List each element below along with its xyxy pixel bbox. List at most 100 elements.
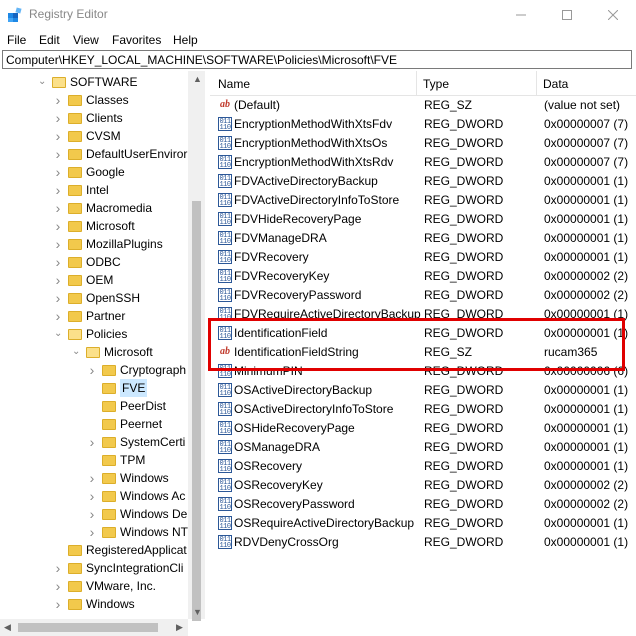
chevron-right-icon[interactable]: › bbox=[54, 289, 62, 307]
tree-node[interactable]: › SystemCerti bbox=[0, 433, 188, 451]
chevron-right-icon[interactable]: › bbox=[54, 145, 62, 163]
chevron-right-icon[interactable]: › bbox=[54, 217, 62, 235]
menu-view[interactable]: View bbox=[73, 33, 99, 47]
value-row[interactable]: 011 110 EncryptionMethodWithXtsFdv REG_DWOR… bbox=[210, 115, 630, 134]
tree-node[interactable]: › CVSM bbox=[0, 127, 188, 145]
column-type-header[interactable]: Type bbox=[423, 77, 449, 91]
value-row[interactable]: 011 110 OSActiveDirectoryBackup REG_DWORD 0x… bbox=[210, 381, 630, 400]
value-row[interactable]: 011 110 OSHideRecoveryPage REG_DWORD 0x00000… bbox=[210, 419, 630, 438]
tree-hscroll-thumb[interactable] bbox=[18, 623, 158, 632]
menu-help[interactable]: Help bbox=[173, 33, 198, 47]
scroll-up-icon[interactable]: ▲ bbox=[193, 74, 202, 84]
tree-node[interactable]: ⌄ SOFTWARE bbox=[0, 73, 188, 91]
column-divider[interactable] bbox=[416, 71, 417, 96]
value-row[interactable]: 011 110 OSRecoveryPassword REG_DWORD 0x00000… bbox=[210, 495, 630, 514]
close-button[interactable] bbox=[590, 0, 636, 30]
chevron-down-icon[interactable]: ⌄ bbox=[54, 325, 62, 343]
chevron-right-icon[interactable]: › bbox=[54, 235, 62, 253]
tree-horizontal-scrollbar[interactable]: ◀ ▶ bbox=[0, 619, 188, 636]
value-row[interactable]: ab (Default) REG_SZ (value not set) bbox=[210, 96, 630, 115]
value-row[interactable]: 011 110 OSManageDRA REG_DWORD 0x00000001 (1) bbox=[210, 438, 630, 457]
chevron-right-icon[interactable]: › bbox=[88, 487, 96, 505]
key-tree-pane[interactable]: ⌄ SOFTWARE › Classes › Clients › CVSM › DefaultUs… bbox=[0, 71, 206, 636]
column-data-header[interactable]: Data bbox=[543, 77, 568, 91]
tree-node[interactable]: TPM bbox=[0, 451, 188, 469]
maximize-button[interactable] bbox=[544, 0, 590, 30]
chevron-right-icon[interactable]: › bbox=[54, 595, 62, 613]
tree-node[interactable]: › Clients bbox=[0, 109, 188, 127]
chevron-right-icon[interactable]: › bbox=[54, 559, 62, 577]
tree-node[interactable]: › Windows bbox=[0, 469, 188, 487]
value-row[interactable]: 011 110 FDVRecoveryPassword REG_DWORD 0x0000… bbox=[210, 286, 630, 305]
tree-node[interactable]: ⌄ Policies bbox=[0, 325, 188, 343]
folder-icon bbox=[86, 347, 100, 358]
chevron-right-icon[interactable]: › bbox=[54, 181, 62, 199]
tree-node[interactable]: › Partner bbox=[0, 307, 188, 325]
tree-node[interactable]: › Cryptograph bbox=[0, 361, 188, 379]
value-row[interactable]: 011 110 EncryptionMethodWithXtsOs REG_DWORD… bbox=[210, 134, 630, 153]
tree-node[interactable]: › Windows NT bbox=[0, 523, 188, 541]
value-row[interactable]: 011 110 FDVManageDRA REG_DWORD 0x00000001 (1… bbox=[210, 229, 630, 248]
minimize-button[interactable] bbox=[498, 0, 544, 30]
menu-favorites[interactable]: Favorites bbox=[112, 33, 161, 47]
tree-node[interactable]: › OEM bbox=[0, 271, 188, 289]
value-row[interactable]: 011 110 FDVActiveDirectoryBackup REG_DWORD 0… bbox=[210, 172, 630, 191]
tree-node[interactable]: › Classes bbox=[0, 91, 188, 109]
chevron-right-icon[interactable]: › bbox=[54, 577, 62, 595]
chevron-right-icon[interactable]: › bbox=[54, 253, 62, 271]
scroll-down-icon[interactable]: ▼ bbox=[193, 607, 202, 617]
chevron-right-icon[interactable]: › bbox=[88, 505, 96, 523]
value-row[interactable]: 011 110 FDVActiveDirectoryInfoToStore REG_D… bbox=[210, 191, 630, 210]
menu-edit[interactable]: Edit bbox=[39, 33, 60, 47]
chevron-right-icon[interactable]: › bbox=[88, 433, 96, 451]
tree-node[interactable]: ⌄ Microsoft bbox=[0, 343, 188, 361]
address-bar[interactable]: Computer\HKEY_LOCAL_MACHINE\SOFTWARE\Pol… bbox=[2, 50, 632, 69]
column-divider[interactable] bbox=[536, 71, 537, 96]
value-row[interactable]: 011 110 OSActiveDirectoryInfoToStore REG_DW… bbox=[210, 400, 630, 419]
value-row[interactable]: 011 110 OSRecoveryKey REG_DWORD 0x00000002 (… bbox=[210, 476, 630, 495]
tree-node[interactable]: › Google bbox=[0, 163, 188, 181]
tree-node[interactable]: › OpenSSH bbox=[0, 289, 188, 307]
tree-node[interactable]: › MozillaPlugins bbox=[0, 235, 188, 253]
tree-node[interactable]: › Windows Ac bbox=[0, 487, 188, 505]
scroll-left-icon[interactable]: ◀ bbox=[4, 622, 11, 633]
tree-node[interactable]: › Windows De bbox=[0, 505, 188, 523]
tree-node[interactable]: PeerDist bbox=[0, 397, 188, 415]
chevron-right-icon[interactable]: › bbox=[54, 127, 62, 145]
tree-node[interactable]: › Macromedia bbox=[0, 199, 188, 217]
menu-file[interactable]: File bbox=[7, 33, 26, 47]
tree-node[interactable]: RegisteredApplicat bbox=[0, 541, 188, 559]
chevron-right-icon[interactable]: › bbox=[88, 523, 96, 541]
chevron-down-icon[interactable]: ⌄ bbox=[38, 73, 46, 91]
chevron-right-icon[interactable]: › bbox=[54, 199, 62, 217]
value-row[interactable]: 011 110 FDVRecovery REG_DWORD 0x00000001 (1) bbox=[210, 248, 630, 267]
column-name-header[interactable]: Name bbox=[218, 77, 250, 91]
value-row[interactable]: 011 110 RDVDenyCrossOrg REG_DWORD 0x00000001… bbox=[210, 533, 630, 552]
chevron-right-icon[interactable]: › bbox=[54, 163, 62, 181]
tree-node[interactable]: › VMware, Inc. bbox=[0, 577, 188, 595]
tree-node[interactable]: FVE bbox=[0, 379, 188, 397]
tree-node[interactable]: › Microsoft bbox=[0, 217, 188, 235]
chevron-right-icon[interactable]: › bbox=[54, 109, 62, 127]
value-row[interactable]: 011 110 FDVHideRecoveryPage REG_DWORD 0x0000… bbox=[210, 210, 630, 229]
maximize-icon bbox=[562, 10, 572, 20]
value-row[interactable]: 011 110 OSRecovery REG_DWORD 0x00000001 (1) bbox=[210, 457, 630, 476]
scroll-right-icon[interactable]: ▶ bbox=[176, 622, 183, 633]
tree-node[interactable]: › SyncIntegrationCli bbox=[0, 559, 188, 577]
chevron-right-icon[interactable]: › bbox=[88, 361, 96, 379]
chevron-right-icon[interactable]: › bbox=[54, 271, 62, 289]
tree-node[interactable]: › ODBC bbox=[0, 253, 188, 271]
tree-node[interactable]: Peernet bbox=[0, 415, 188, 433]
chevron-right-icon[interactable]: › bbox=[54, 307, 62, 325]
value-row[interactable]: 011 110 OSRequireActiveDirectoryBackup REG_… bbox=[210, 514, 630, 533]
tree-node[interactable]: › Windows bbox=[0, 595, 188, 613]
tree-node[interactable]: › Intel bbox=[0, 181, 188, 199]
chevron-right-icon[interactable]: › bbox=[88, 469, 96, 487]
value-row[interactable]: 011 110 FDVRecoveryKey REG_DWORD 0x00000002 … bbox=[210, 267, 630, 286]
tree-node[interactable]: › DefaultUserEnviror bbox=[0, 145, 188, 163]
tree-scroll-thumb[interactable] bbox=[192, 201, 201, 621]
tree-vertical-scrollbar[interactable]: ▲ ▼ bbox=[188, 71, 205, 621]
value-row[interactable]: 011 110 EncryptionMethodWithXtsRdv REG_DWOR… bbox=[210, 153, 630, 172]
chevron-down-icon[interactable]: ⌄ bbox=[72, 343, 80, 361]
chevron-right-icon[interactable]: › bbox=[54, 91, 62, 109]
